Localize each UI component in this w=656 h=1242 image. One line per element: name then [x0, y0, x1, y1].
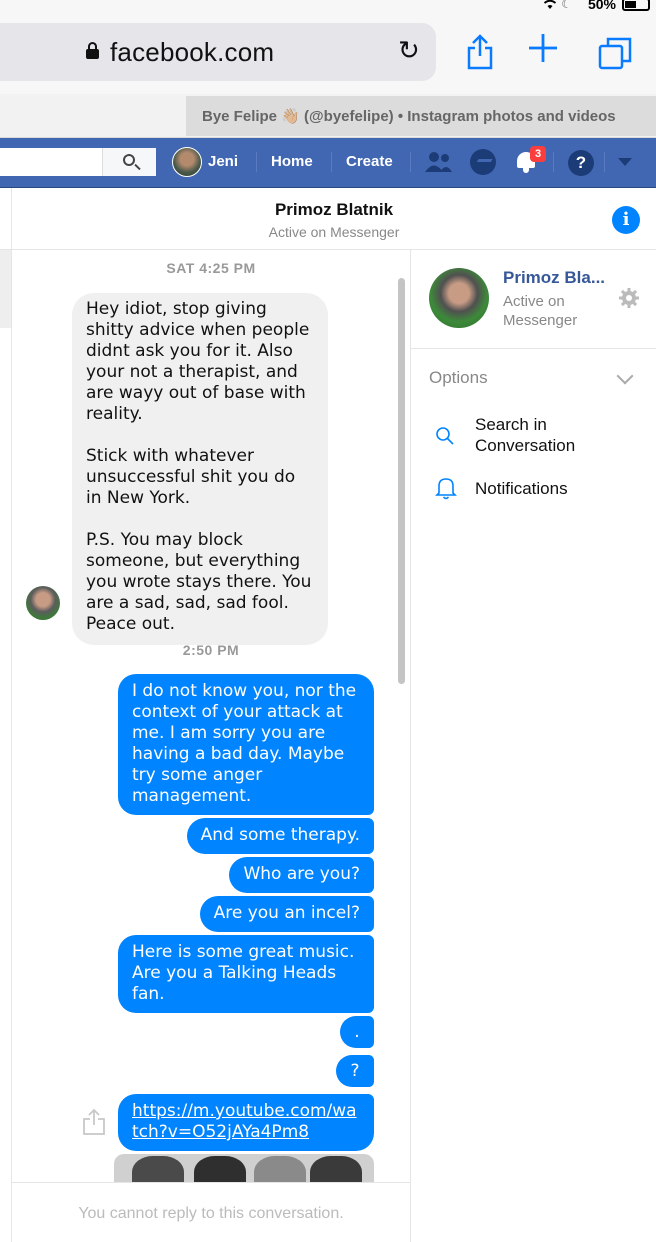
composer-notice: You cannot reply to this conversation. — [78, 1205, 344, 1222]
contact-status: Active on Messenger — [268, 224, 400, 240]
outgoing-message[interactable]: . — [340, 1016, 374, 1048]
notifications-option[interactable]: Notifications — [475, 478, 568, 499]
battery-percentage: 50% — [587, 0, 616, 12]
friends-icon[interactable] — [425, 151, 453, 173]
conversation-info-panel: Primoz Bla... Active on Messenger Option… — [410, 250, 656, 1242]
incoming-message[interactable]: Hey idiot, stop giving shitty advice whe… — [72, 293, 328, 645]
outgoing-message[interactable]: Here is some great music. Are you a Talk… — [118, 935, 374, 1013]
message-paragraph: Stick with whatever unsuccessful shit yo… — [86, 446, 296, 508]
divider — [256, 152, 257, 172]
photo-figure — [194, 1156, 246, 1182]
contact-status: Active on Messenger — [503, 293, 578, 329]
divider — [411, 348, 656, 349]
outgoing-message[interactable]: ? — [336, 1055, 374, 1087]
outgoing-message[interactable]: Who are you? — [229, 857, 374, 893]
avatar[interactable] — [429, 268, 489, 328]
search-in-conversation[interactable]: Search in Conversation — [475, 414, 635, 456]
options-header[interactable]: Options — [429, 368, 488, 388]
notification-badge: 3 — [530, 146, 546, 162]
gear-icon[interactable] — [619, 288, 639, 308]
conversation-header: Primoz Blatnik Active on Messenger i — [0, 188, 656, 250]
home-link[interactable]: Home — [271, 153, 313, 170]
scrollbar[interactable] — [398, 278, 405, 684]
contact-name-link[interactable]: Primoz Bla... — [503, 268, 605, 288]
search-icon[interactable] — [435, 426, 455, 446]
share-icon[interactable] — [466, 34, 494, 70]
divider — [331, 152, 332, 172]
bell-icon[interactable] — [435, 476, 457, 500]
tab-strip: Bye Felipe 👋🏼 (@byefelipe) • Instagram p… — [0, 94, 656, 138]
photo-figure — [132, 1156, 184, 1182]
moon-icon: ☾ — [561, 0, 572, 11]
tabs-icon[interactable] — [598, 36, 632, 70]
info-icon[interactable]: i — [612, 206, 640, 234]
avatar[interactable] — [26, 586, 60, 620]
plus-icon[interactable] — [528, 28, 558, 70]
safari-toolbar: facebook.com ↻ — [0, 14, 656, 94]
search-icon — [123, 154, 135, 166]
selected-conversation[interactable] — [0, 250, 11, 328]
lock-icon — [86, 42, 99, 59]
outgoing-message[interactable]: And some therapy. — [186, 818, 374, 854]
search-input[interactable] — [0, 148, 102, 176]
caret-down-icon[interactable] — [618, 158, 632, 166]
youtube-link[interactable]: https://m.youtube.com/watch?v=O52jAYa4Pm… — [132, 1101, 357, 1142]
link-preview-image[interactable] — [114, 1154, 374, 1182]
status-bar: ☾ 50% — [0, 0, 656, 14]
avatar[interactable] — [172, 147, 202, 177]
profile-link[interactable]: Jeni — [208, 153, 238, 170]
search-button[interactable] — [102, 148, 156, 176]
contact-name[interactable]: Primoz Blatnik — [0, 200, 656, 220]
share-link-icon[interactable] — [82, 1108, 106, 1136]
outgoing-message[interactable]: I do not know you, nor the context of yo… — [118, 674, 374, 815]
address-text: facebook.com — [110, 37, 275, 67]
message-paragraph: Hey idiot, stop giving shitty advice whe… — [86, 299, 310, 424]
facebook-top-bar: Jeni Home Create 3 ? — [0, 138, 656, 188]
outgoing-message[interactable]: Are you an incel? — [199, 896, 374, 932]
photo-figure — [310, 1156, 362, 1182]
help-icon[interactable]: ? — [568, 150, 594, 176]
create-link[interactable]: Create — [346, 153, 393, 170]
battery-icon — [622, 0, 650, 11]
messenger-icon[interactable] — [470, 149, 496, 175]
tab-title: Bye Felipe 👋🏼 (@byefelipe) • Instagram p… — [202, 108, 616, 125]
message-paragraph: P.S. You may block someone, but everythi… — [86, 530, 312, 634]
address-bar[interactable]: facebook.com ↻ — [0, 23, 436, 81]
divider — [410, 152, 411, 172]
outgoing-link-message: https://m.youtube.com/watch?v=O52jAYa4Pm… — [118, 1094, 374, 1151]
reload-icon[interactable]: ↻ — [398, 35, 420, 66]
conversation-list-edge — [0, 250, 12, 1242]
photo-figure — [254, 1156, 306, 1182]
divider — [553, 152, 554, 172]
timestamp: SAT 4:25 PM — [166, 260, 256, 276]
wifi-icon — [542, 0, 558, 13]
message-thread[interactable]: SAT 4:25 PM Hey idiot, stop giving shitt… — [12, 250, 410, 1182]
chevron-down-icon[interactable] — [616, 367, 634, 385]
divider — [604, 152, 605, 172]
composer: You cannot reply to this conversation. — [12, 1182, 410, 1242]
timestamp: 2:50 PM — [182, 642, 240, 658]
